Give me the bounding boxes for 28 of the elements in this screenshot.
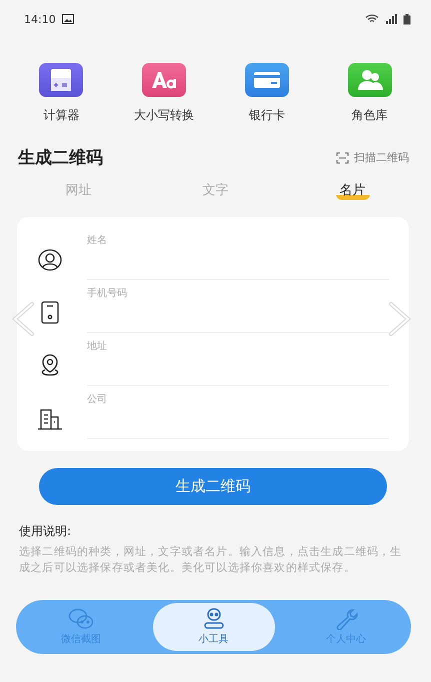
scan-link[interactable]: 扫描二维码 bbox=[336, 150, 409, 165]
instructions-text: 选择二维码的种类，网址，文字或者名片。输入信息，点击生成二维码，生成之后可以选择保存或者美化。美化可以选择你喜欢的样式保存。 bbox=[19, 544, 403, 576]
input-field[interactable]: 地址 bbox=[87, 333, 389, 386]
calculator-icon[interactable] bbox=[39, 63, 84, 97]
tab[interactable]: 名片 bbox=[336, 183, 370, 200]
tool-label[interactable]: 银行卡 bbox=[248, 107, 285, 124]
chat-bubbles-icon bbox=[68, 608, 94, 630]
input-field[interactable]: 公司 bbox=[87, 386, 389, 439]
input-field[interactable]: 手机号码 bbox=[87, 280, 389, 333]
nav-item[interactable]: 小工具 bbox=[152, 603, 274, 651]
image-icon bbox=[62, 14, 74, 24]
input-field[interactable]: 姓名 bbox=[87, 227, 389, 280]
letters-icon[interactable] bbox=[142, 63, 186, 97]
status-time: 14:10 bbox=[24, 12, 56, 26]
tool-label[interactable]: 大小写转换 bbox=[134, 107, 194, 124]
section-title: 生成二维码 bbox=[18, 147, 103, 169]
instructions-title: 使用说明: bbox=[19, 523, 72, 540]
scan-icon bbox=[336, 152, 349, 164]
person-icon bbox=[37, 248, 63, 272]
generate-button[interactable]: 生成二维码 bbox=[39, 468, 387, 505]
building-icon bbox=[37, 406, 63, 430]
wifi-icon bbox=[365, 14, 379, 24]
signal-icon bbox=[385, 14, 397, 24]
battery-icon bbox=[403, 14, 411, 24]
tool-label[interactable]: 角色库 bbox=[352, 107, 388, 124]
people-icon[interactable] bbox=[348, 63, 392, 97]
tool-label[interactable]: 计算器 bbox=[43, 107, 80, 124]
credit-card-icon[interactable] bbox=[244, 63, 289, 97]
